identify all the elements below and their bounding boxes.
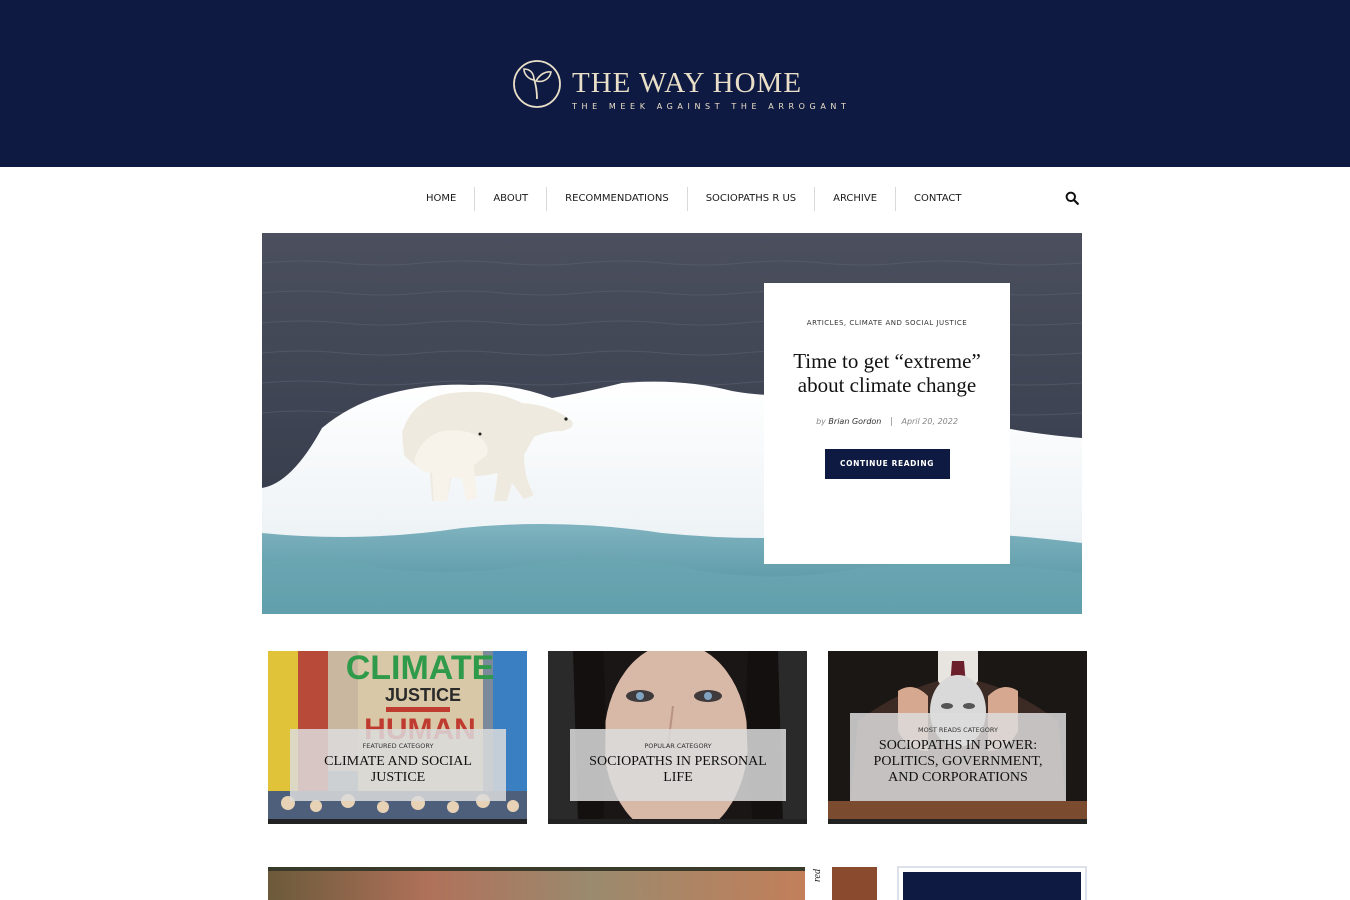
site-logo[interactable]: THE WAY HOME THE MEEK AGAINST THE ARROGA… [512,59,851,111]
sidebar-widget-box [903,872,1081,900]
tile-label: MOST READS CATEGORY SOCIOPATHS IN POWER:… [850,713,1066,801]
post-thumbnail-large[interactable] [268,867,805,900]
nav-item-about[interactable]: ABOUT [475,187,548,211]
nav-menu: HOME ABOUT RECOMMENDATIONS SOCIOPATHS R … [408,187,979,211]
site-title: THE WAY HOME [572,67,803,99]
tile-title: SOCIOPATHS IN POWER: POLITICS, GOVERNMEN… [873,738,1043,785]
post-meta: by Brian Gordon April 20, 2022 [764,417,1010,426]
nav-item-contact[interactable]: CONTACT [896,187,979,211]
category-tile-power[interactable]: MOST READS CATEGORY SOCIOPATHS IN POWER:… [828,651,1087,824]
nav-item-sociopaths-r-us[interactable]: SOCIOPATHS R US [688,187,816,211]
tile-kicker: FEATURED CATEGORY [362,742,434,750]
post-title[interactable]: Time to get “extreme” about climate chan… [782,349,992,397]
sign-word-justice: JUSTICE [385,685,461,705]
tile-title: SOCIOPATHS IN PERSONAL LIFE [589,754,767,785]
post-date: April 20, 2022 [901,417,958,426]
painting-image [268,867,805,900]
tile-title: CLIMATE AND SOCIAL JUSTICE [324,754,472,785]
post-by-label: by [816,417,826,426]
featured-post: ARTICLES, CLIMATE AND SOCIAL JUSTICE Tim… [262,233,1082,614]
site-tagline: THE MEEK AGAINST THE ARROGANT [572,102,851,111]
tile-label: POPULAR CATEGORY SOCIOPATHS IN PERSONAL … [570,729,786,801]
featured-post-card: ARTICLES, CLIMATE AND SOCIAL JUSTICE Tim… [764,283,1010,564]
continue-reading-button[interactable]: CONTINUE READING [824,449,950,479]
sprout-leaf-icon [513,60,561,108]
vertical-caption: red [812,869,823,882]
tile-kicker: MOST READS CATEGORY [918,726,998,734]
category-tile-climate[interactable]: CLIMATE JUSTICE HUMAN FEATURED CATEGORY … [268,651,527,824]
site-header: THE WAY HOME THE MEEK AGAINST THE ARROGA… [0,0,1350,167]
nav-item-archive[interactable]: ARCHIVE [815,187,897,211]
sign-word-climate: CLIMATE [346,651,495,687]
post-thumbnail-small[interactable] [832,867,877,900]
sidebar-widget [897,866,1087,900]
nav-item-recommendations[interactable]: RECOMMENDATIONS [547,187,688,211]
search-icon[interactable] [1065,191,1079,205]
nav-item-home[interactable]: HOME [408,187,476,211]
post-categories[interactable]: ARTICLES, CLIMATE AND SOCIAL JUSTICE [764,319,1010,327]
tile-label: FEATURED CATEGORY CLIMATE AND SOCIAL JUS… [290,729,506,801]
category-tile-personal-life[interactable]: POPULAR CATEGORY SOCIOPATHS IN PERSONAL … [548,651,807,824]
meta-divider [890,417,892,426]
tile-kicker: POPULAR CATEGORY [644,742,712,750]
post-author[interactable]: Brian Gordon [828,417,881,426]
main-navigation: HOME ABOUT RECOMMENDATIONS SOCIOPATHS R … [0,167,1350,233]
